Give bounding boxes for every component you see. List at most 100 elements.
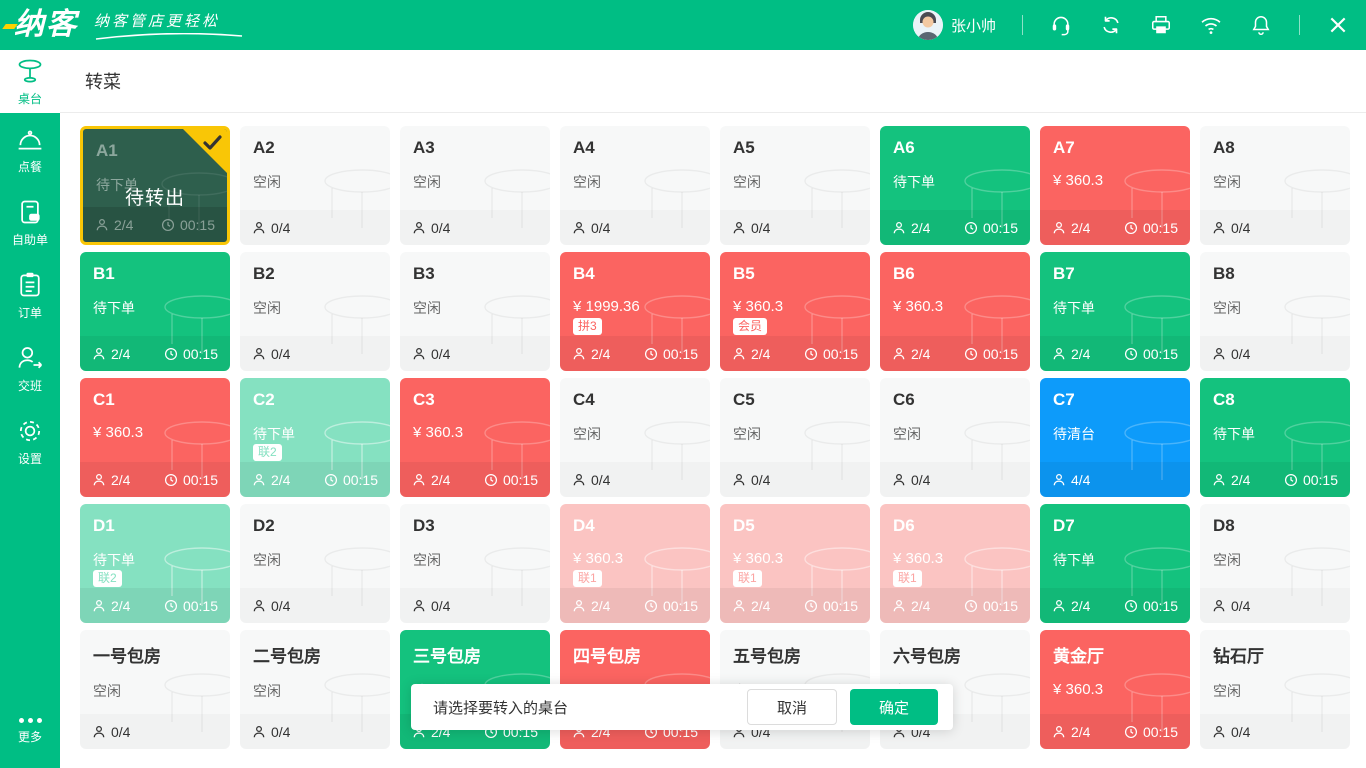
table-name: C4: [573, 390, 710, 410]
table-card-C2[interactable]: C2待下单联22/400:15: [240, 378, 390, 497]
table-name: 二号包房: [253, 642, 390, 667]
clock-icon: [964, 347, 978, 361]
table-card-黄金厅[interactable]: 黄金厅¥ 360.32/400:15: [1040, 630, 1190, 749]
cancel-button[interactable]: 取消: [747, 689, 837, 725]
table-card-C1[interactable]: C1¥ 360.32/400:15: [80, 378, 230, 497]
table-card-B8[interactable]: B8空闲0/4: [1200, 252, 1350, 371]
table-card-D5[interactable]: D5¥ 360.3联12/400:15: [720, 504, 870, 623]
table-card-C5[interactable]: C5空闲0/4: [720, 378, 870, 497]
table-name: D1: [93, 516, 230, 536]
table-card-B1[interactable]: B1待下单2/400:15: [80, 252, 230, 371]
table-status: 待下单: [253, 424, 390, 444]
table-card-footer: 2/400:15: [1040, 588, 1190, 623]
sidebar-item-settings[interactable]: 设置: [0, 405, 60, 478]
table-card-钻石厅[interactable]: 钻石厅空闲0/4: [1200, 630, 1350, 749]
sidebar-item-order[interactable]: 点餐: [0, 113, 60, 186]
table-card-D7[interactable]: D7待下单2/400:15: [1040, 504, 1190, 623]
table-card-B2[interactable]: B2空闲0/4: [240, 252, 390, 371]
more-dots-icon: [19, 718, 42, 723]
clock-icon: [644, 347, 658, 361]
table-card-B6[interactable]: B6¥ 360.32/400:15: [880, 252, 1030, 371]
table-card-A6[interactable]: A6待下单2/400:15: [880, 126, 1030, 245]
table-card-A5[interactable]: A5空闲0/4: [720, 126, 870, 245]
table-card-A2[interactable]: A2空闲0/4: [240, 126, 390, 245]
table-card-footer: 2/400:15: [720, 588, 870, 623]
table-status: 待下单: [1213, 424, 1350, 444]
table-card-footer: 0/4: [240, 336, 390, 371]
person-icon: [1212, 347, 1226, 361]
occupancy: 0/4: [732, 220, 770, 236]
table-card-D2[interactable]: D2空闲0/4: [240, 504, 390, 623]
table-amount: ¥ 360.3: [1053, 681, 1190, 698]
table-card-B7[interactable]: B7待下单2/400:15: [1040, 252, 1190, 371]
sidebar-item-more[interactable]: 更多: [0, 695, 60, 768]
table-card-D1[interactable]: D1待下单联22/400:15: [80, 504, 230, 623]
person-icon: [572, 347, 586, 361]
occupancy: 2/4: [412, 472, 450, 488]
dining-time: 00:15: [804, 598, 858, 614]
occupancy: 2/4: [732, 346, 770, 362]
table-status: 空闲: [573, 172, 710, 192]
table-card-B3[interactable]: B3空闲0/4: [400, 252, 550, 371]
dining-time: 00:15: [964, 220, 1018, 236]
sidebar-item-shift[interactable]: 交班: [0, 332, 60, 405]
table-status: 空闲: [1213, 298, 1350, 318]
table-card-A7[interactable]: A7¥ 360.32/400:15: [1040, 126, 1190, 245]
person-icon: [412, 473, 426, 487]
sidebar-item-orders[interactable]: 订单: [0, 259, 60, 332]
confirm-button[interactable]: 确定: [850, 689, 938, 725]
table-name: C6: [893, 390, 1030, 410]
table-card-B4[interactable]: B4¥ 1999.36拼32/400:15: [560, 252, 710, 371]
table-amount: ¥ 360.3: [1053, 172, 1190, 189]
table-card-C8[interactable]: C8待下单2/400:15: [1200, 378, 1350, 497]
sync-icon[interactable]: [1099, 13, 1123, 37]
person-icon: [252, 725, 266, 739]
table-name: 六号包房: [893, 642, 1030, 667]
table-card-A1[interactable]: A1待下单2/400:15待转出: [80, 126, 230, 245]
table-card-C6[interactable]: C6空闲0/4: [880, 378, 1030, 497]
person-icon: [892, 221, 906, 235]
table-name: 四号包房: [573, 642, 710, 667]
table-card-二号包房[interactable]: 二号包房空闲0/4: [240, 630, 390, 749]
table-name: 钻石厅: [1213, 642, 1350, 667]
customer-service-icon[interactable]: [1049, 13, 1073, 37]
sidebar-item-self-order[interactable]: 自助单: [0, 186, 60, 259]
occupancy: 2/4: [92, 472, 130, 488]
wifi-icon[interactable]: [1199, 13, 1223, 37]
table-card-D3[interactable]: D3空闲0/4: [400, 504, 550, 623]
table-card-C4[interactable]: C4空闲0/4: [560, 378, 710, 497]
check-icon: [203, 135, 222, 150]
table-card-D8[interactable]: D8空闲0/4: [1200, 504, 1350, 623]
table-card-A4[interactable]: A4空闲0/4: [560, 126, 710, 245]
printer-icon[interactable]: [1149, 13, 1173, 37]
table-status: 待下单: [1053, 550, 1190, 570]
dining-time: 00:15: [804, 346, 858, 362]
table-card-C7[interactable]: C7待清台4/4: [1040, 378, 1190, 497]
dining-time: 00:15: [1124, 346, 1178, 362]
table-card-C3[interactable]: C3¥ 360.32/400:15: [400, 378, 550, 497]
dining-time: 00:15: [164, 598, 218, 614]
transfer-out-label: 待转出: [83, 183, 227, 210]
table-card-A8[interactable]: A8空闲0/4: [1200, 126, 1350, 245]
table-card-footer: 2/4 00:15: [720, 336, 870, 371]
notification-icon[interactable]: [1249, 13, 1273, 37]
table-card-footer: 0/4: [1200, 336, 1350, 371]
table-name: 黄金厅: [1053, 642, 1190, 667]
sidebar-item-tables[interactable]: 桌台: [0, 50, 60, 113]
table-card-A3[interactable]: A3空闲0/4: [400, 126, 550, 245]
table-name: A4: [573, 138, 710, 158]
header-divider: [1022, 15, 1023, 35]
user-profile[interactable]: 张小帅: [913, 10, 996, 40]
table-card-B5[interactable]: B5¥ 360.3会员2/400:15: [720, 252, 870, 371]
table-card-D4[interactable]: D4¥ 360.3联12/400:15: [560, 504, 710, 623]
close-icon[interactable]: [1326, 13, 1350, 37]
dialog-message: 请选择要转入的桌台: [433, 697, 747, 718]
occupancy: 0/4: [1212, 724, 1250, 740]
occupancy: 0/4: [252, 598, 290, 614]
table-card-footer: 2/400:15: [240, 462, 390, 497]
dining-time: 00:15: [1124, 724, 1178, 740]
table-card-footer: 2/400:15: [1040, 210, 1190, 245]
table-card-一号包房[interactable]: 一号包房空闲0/4: [80, 630, 230, 749]
table-card-D6[interactable]: D6¥ 360.3联12/400:15: [880, 504, 1030, 623]
table-name: B3: [413, 264, 550, 284]
